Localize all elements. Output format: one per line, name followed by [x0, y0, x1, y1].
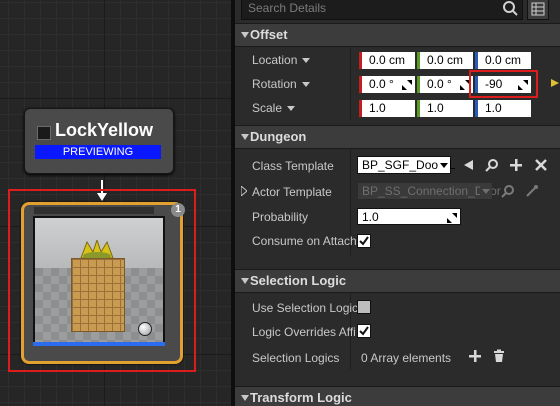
- drag-arrows-icon: [402, 80, 412, 90]
- category-title: Transform Logic: [250, 390, 352, 405]
- scale-y-field[interactable]: 1.0: [417, 100, 473, 117]
- material-ball-icon: [138, 322, 152, 336]
- scale-x-field[interactable]: 1.0: [359, 100, 415, 117]
- location-label[interactable]: Location: [252, 53, 311, 67]
- node-title: LockYellow: [55, 120, 154, 140]
- browse-search-icon[interactable]: [501, 184, 515, 198]
- probability-field[interactable]: 1.0: [357, 208, 461, 225]
- collapse-icon: [241, 134, 249, 140]
- browse-search-icon[interactable]: [485, 158, 499, 172]
- category-title: Selection Logic: [250, 273, 347, 288]
- count-badge: 1: [171, 203, 185, 217]
- search-icon[interactable]: [502, 0, 518, 16]
- node-icon: [37, 126, 51, 140]
- actor-template-label: Actor Template: [252, 185, 332, 199]
- drag-arrows-icon: [460, 80, 470, 90]
- graph-canvas[interactable]: LockYellow PREVIEWING 1: [0, 0, 231, 406]
- eyedropper-icon[interactable]: [525, 184, 539, 198]
- class-template-label: Class Template: [252, 159, 334, 173]
- chevron-down-icon: [440, 163, 448, 168]
- add-icon[interactable]: [509, 158, 523, 172]
- use-selection-logic-label: Use Selection Logic: [252, 301, 359, 315]
- connection-arrow-icon: [97, 180, 107, 201]
- location-y-field[interactable]: 0.0 cm: [417, 52, 473, 69]
- clear-x-icon[interactable]: [534, 158, 548, 172]
- checkmark-icon: [359, 236, 369, 246]
- scale-z-field[interactable]: 1.0: [475, 100, 531, 117]
- selection-logics-count: 0 Array elements: [361, 351, 452, 365]
- scale-label[interactable]: Scale: [252, 101, 296, 115]
- drag-arrows-icon: [447, 213, 457, 223]
- chevron-down-icon: [482, 189, 490, 194]
- category-title: Dungeon: [250, 129, 307, 144]
- view-options-button[interactable]: [527, 0, 549, 20]
- room-preview-node[interactable]: 1: [21, 202, 185, 364]
- search-input[interactable]: Search Details: [241, 0, 523, 20]
- class-template-combo[interactable]: BP_SGF_Door_L: [357, 156, 455, 174]
- door-model: [71, 258, 125, 332]
- logic-overrides-checkbox[interactable]: [357, 324, 371, 338]
- trash-icon[interactable]: [492, 349, 506, 363]
- dropdown-icon: [301, 82, 310, 88]
- collapse-icon: [241, 395, 249, 401]
- lock-ornament-icon: [80, 240, 114, 260]
- location-x-field[interactable]: 0.0 cm: [359, 52, 415, 69]
- reset-arrow-icon[interactable]: [549, 76, 560, 90]
- collapse-icon: [241, 278, 249, 284]
- use-selected-arrow-icon[interactable]: [461, 158, 475, 172]
- use-selection-logic-checkbox[interactable]: [357, 300, 371, 314]
- grid-icon: [531, 2, 545, 16]
- node-input-bar: [34, 207, 154, 214]
- checkmark-icon: [359, 326, 369, 336]
- rotation-y-field[interactable]: 0.0 °: [417, 76, 473, 93]
- previewing-badge: PREVIEWING: [35, 145, 161, 159]
- add-element-icon[interactable]: [468, 349, 482, 363]
- drag-arrows-icon: [518, 80, 528, 90]
- expand-arrow-icon[interactable]: [241, 186, 247, 196]
- logic-overrides-label: Logic Overrides Affi: [252, 325, 356, 339]
- category-transform-logic[interactable]: Transform Logic: [235, 386, 560, 406]
- location-z-field[interactable]: 0.0 cm: [475, 52, 531, 69]
- selection-logics-label: Selection Logics: [252, 351, 340, 365]
- column-divider[interactable]: [350, 47, 351, 120]
- rotation-label[interactable]: Rotation: [252, 77, 310, 91]
- consume-on-attach-label: Consume on Attach: [252, 234, 357, 248]
- node-output-bar: [33, 342, 165, 346]
- details-panel: Search Details Offset Location 0.0 cm 0.…: [235, 0, 560, 406]
- rotation-z-field[interactable]: -90: [475, 76, 531, 93]
- consume-on-attach-checkbox[interactable]: [357, 234, 371, 248]
- actor-template-combo[interactable]: BP_SS_Connection_Door: [357, 182, 501, 200]
- lock-yellow-node[interactable]: LockYellow PREVIEWING: [24, 108, 174, 174]
- rotation-x-field[interactable]: 0.0 °: [359, 76, 415, 93]
- probability-label: Probability: [252, 210, 309, 224]
- dropdown-icon: [302, 58, 311, 64]
- search-placeholder: Search Details: [248, 1, 327, 15]
- collapse-icon: [241, 32, 249, 38]
- category-offset[interactable]: Offset: [235, 23, 560, 47]
- category-title: Offset: [250, 27, 288, 42]
- dropdown-icon: [287, 106, 296, 112]
- category-selection-logic[interactable]: Selection Logic: [235, 269, 560, 293]
- category-dungeon[interactable]: Dungeon: [235, 125, 560, 149]
